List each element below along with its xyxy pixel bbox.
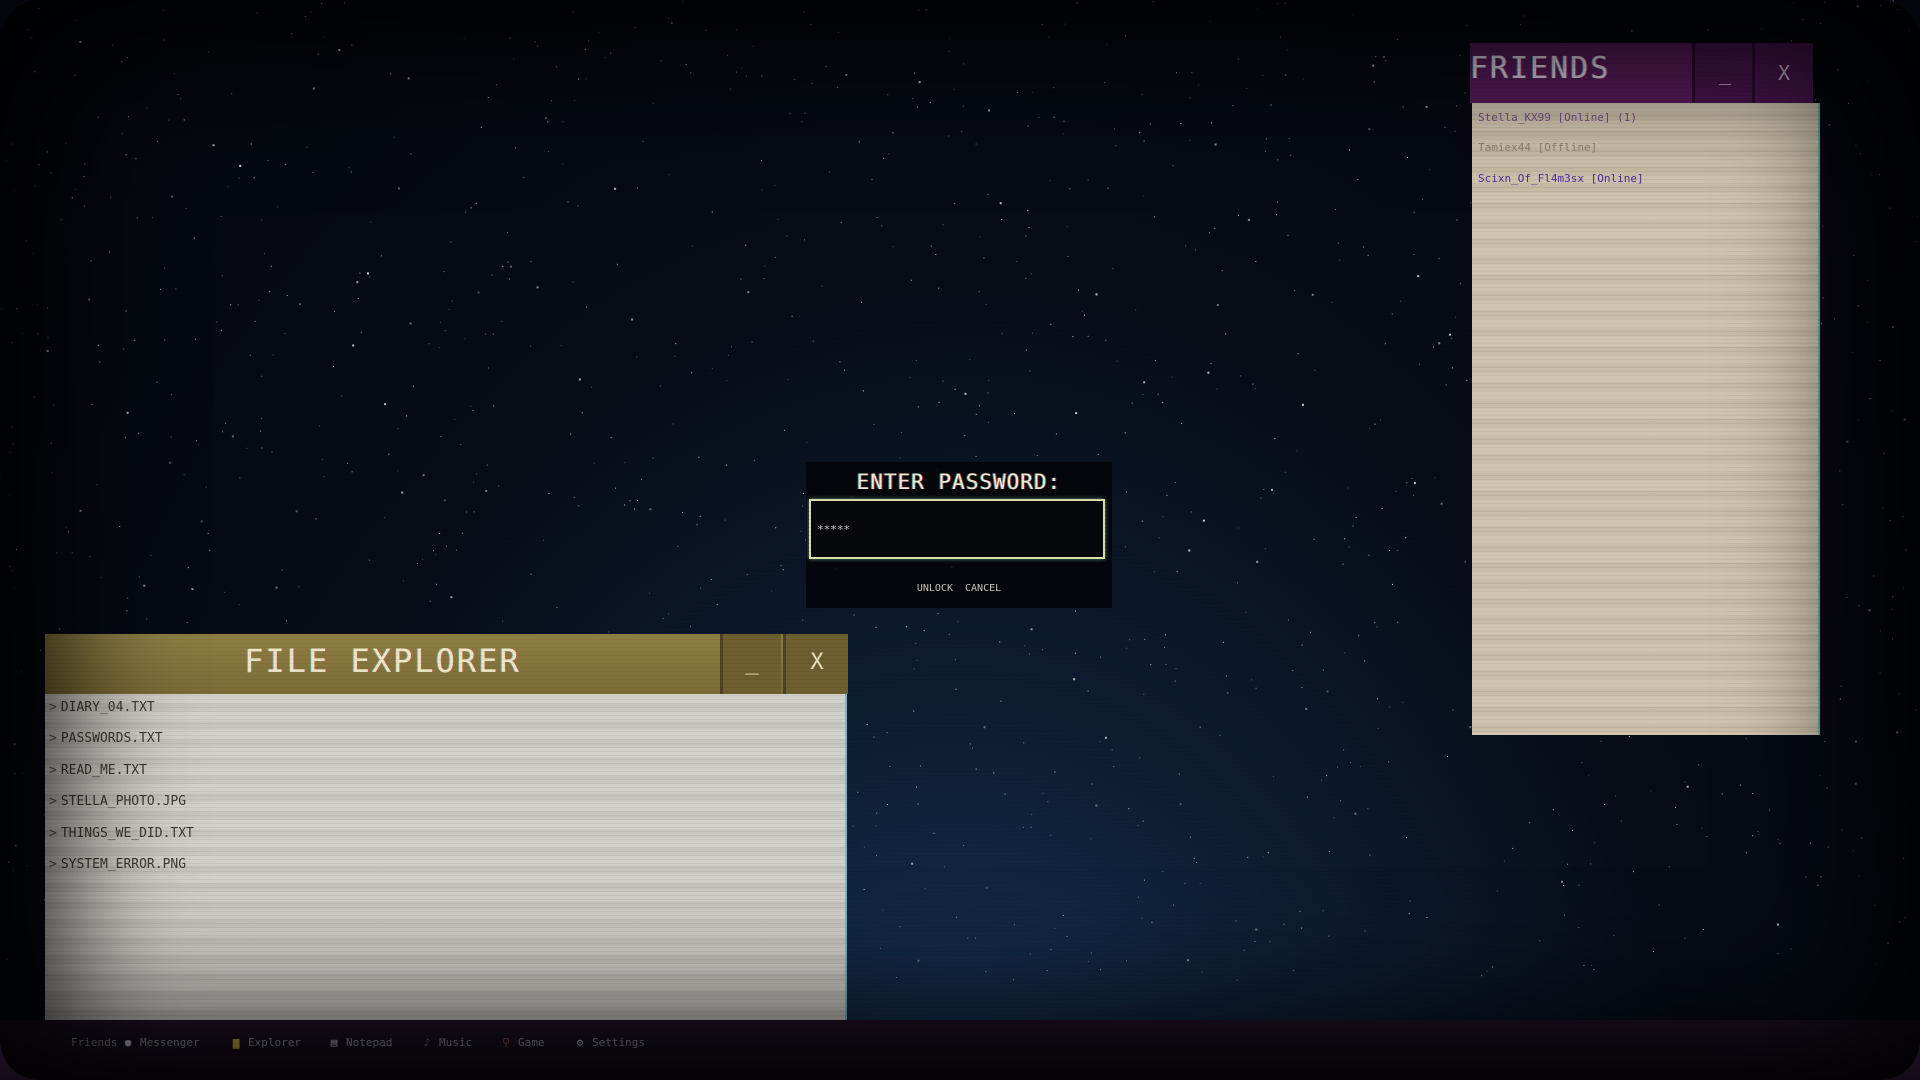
music-icon: ♪ bbox=[423, 1036, 431, 1049]
taskbar-item-label: Settings bbox=[592, 1036, 645, 1049]
taskbar-item-settings[interactable]: ⚙ Settings bbox=[573, 1036, 645, 1056]
taskbar-item-label: Notepad bbox=[346, 1036, 393, 1049]
taskbar-item-label: Messenger bbox=[140, 1036, 200, 1049]
file-item[interactable]: > PASSWORDS.TXT bbox=[49, 731, 163, 753]
taskbar-item-friends[interactable]: Friends bbox=[52, 1036, 117, 1056]
friends-titlebar[interactable]: FRIENDS _ X bbox=[1470, 43, 1813, 103]
file-explorer-window: FILE EXPLORER _ X > DIARY_04.TXT > PASSWOR… bbox=[45, 634, 848, 1034]
file-list: > DIARY_04.TXT > PASSWORDS.TXT > READ_ME.TX… bbox=[45, 694, 847, 1034]
minimize-button[interactable]: _ bbox=[720, 634, 781, 694]
file-name: PASSWORDS.TXT bbox=[60, 731, 163, 746]
friends-title: FRIENDS bbox=[1470, 51, 1611, 86]
taskbar-item-notepad[interactable]: ▤ Notepad bbox=[327, 1036, 393, 1056]
cancel-button[interactable]: CANCEL bbox=[965, 583, 1001, 594]
notepad-icon: ▤ bbox=[330, 1036, 338, 1049]
file-name: DIARY_04.TXT bbox=[60, 700, 155, 715]
friend-item[interactable]: Stella_KX99 [Online] (1) bbox=[1478, 111, 1637, 124]
taskbar-item-messenger[interactable]: ● Messenger bbox=[121, 1036, 200, 1056]
friend-item[interactable]: Tamiex44 [Offline] bbox=[1478, 141, 1597, 154]
password-prompt-label: ENTER PASSWORD: bbox=[856, 470, 1062, 494]
taskbar-item-label: Game bbox=[518, 1036, 545, 1049]
chevron-right-icon: > bbox=[49, 857, 57, 872]
file-explorer-titlebar[interactable]: FILE EXPLORER _ X bbox=[45, 634, 848, 694]
chevron-right-icon: > bbox=[49, 826, 57, 841]
taskbar-item-label: Explorer bbox=[248, 1036, 301, 1049]
gear-icon: ⚙ bbox=[576, 1036, 584, 1049]
friend-item[interactable]: Scixn_Of_Fl4m3sx [Online] bbox=[1478, 172, 1644, 185]
password-input[interactable] bbox=[809, 499, 1105, 559]
file-item[interactable]: > SYSTEM_ERROR.PNG bbox=[49, 857, 186, 879]
unlock-button[interactable]: UNLOCK bbox=[917, 583, 953, 594]
file-item[interactable]: > THINGS_WE_DID.TXT bbox=[49, 826, 194, 848]
file-item[interactable]: > STELLA_PHOTO.JPG bbox=[49, 794, 186, 816]
file-item[interactable]: > DIARY_04.TXT bbox=[49, 700, 155, 722]
close-button[interactable]: X bbox=[1752, 43, 1813, 103]
chevron-right-icon: > bbox=[49, 731, 57, 746]
file-name: STELLA_PHOTO.JPG bbox=[60, 794, 187, 809]
taskbar-item-music[interactable]: ♪ Music bbox=[420, 1036, 472, 1056]
file-item[interactable]: > READ_ME.TXT bbox=[49, 763, 147, 785]
chat-bubble-icon: ● bbox=[124, 1036, 132, 1049]
joystick-icon: ⚲ bbox=[501, 1036, 511, 1049]
desktop: ENTER PASSWORD: UNLOCK CANCEL FILE EXPLO… bbox=[0, 0, 1920, 1080]
taskbar-item-label: Friends bbox=[71, 1036, 118, 1049]
friends-list: Stella_KX99 [Online] (1) Tamiex44 [Offli… bbox=[1472, 103, 1820, 735]
taskbar-item-explorer[interactable]: ▆ Explorer bbox=[229, 1036, 301, 1056]
chevron-right-icon: > bbox=[49, 763, 57, 778]
chevron-right-icon: > bbox=[49, 700, 57, 715]
minimize-button[interactable]: _ bbox=[1692, 43, 1755, 103]
friends-window: FRIENDS _ X Stella_KX99 [Online] (1) Tam… bbox=[1470, 43, 1820, 735]
taskbar-item-label: Music bbox=[439, 1036, 473, 1049]
password-dialog: ENTER PASSWORD: UNLOCK CANCEL bbox=[806, 462, 1112, 608]
close-button[interactable]: X bbox=[783, 634, 848, 694]
file-name: READ_ME.TXT bbox=[60, 763, 147, 778]
folder-icon: ▆ bbox=[232, 1036, 240, 1049]
file-name: THINGS_WE_DID.TXT bbox=[60, 826, 194, 841]
taskbar-item-game[interactable]: ⚲ Game bbox=[499, 1036, 545, 1056]
chevron-right-icon: > bbox=[49, 794, 57, 809]
password-buttons: UNLOCK CANCEL bbox=[806, 583, 1112, 594]
file-name: SYSTEM_ERROR.PNG bbox=[60, 857, 187, 872]
file-explorer-title: FILE EXPLORER bbox=[244, 642, 521, 680]
